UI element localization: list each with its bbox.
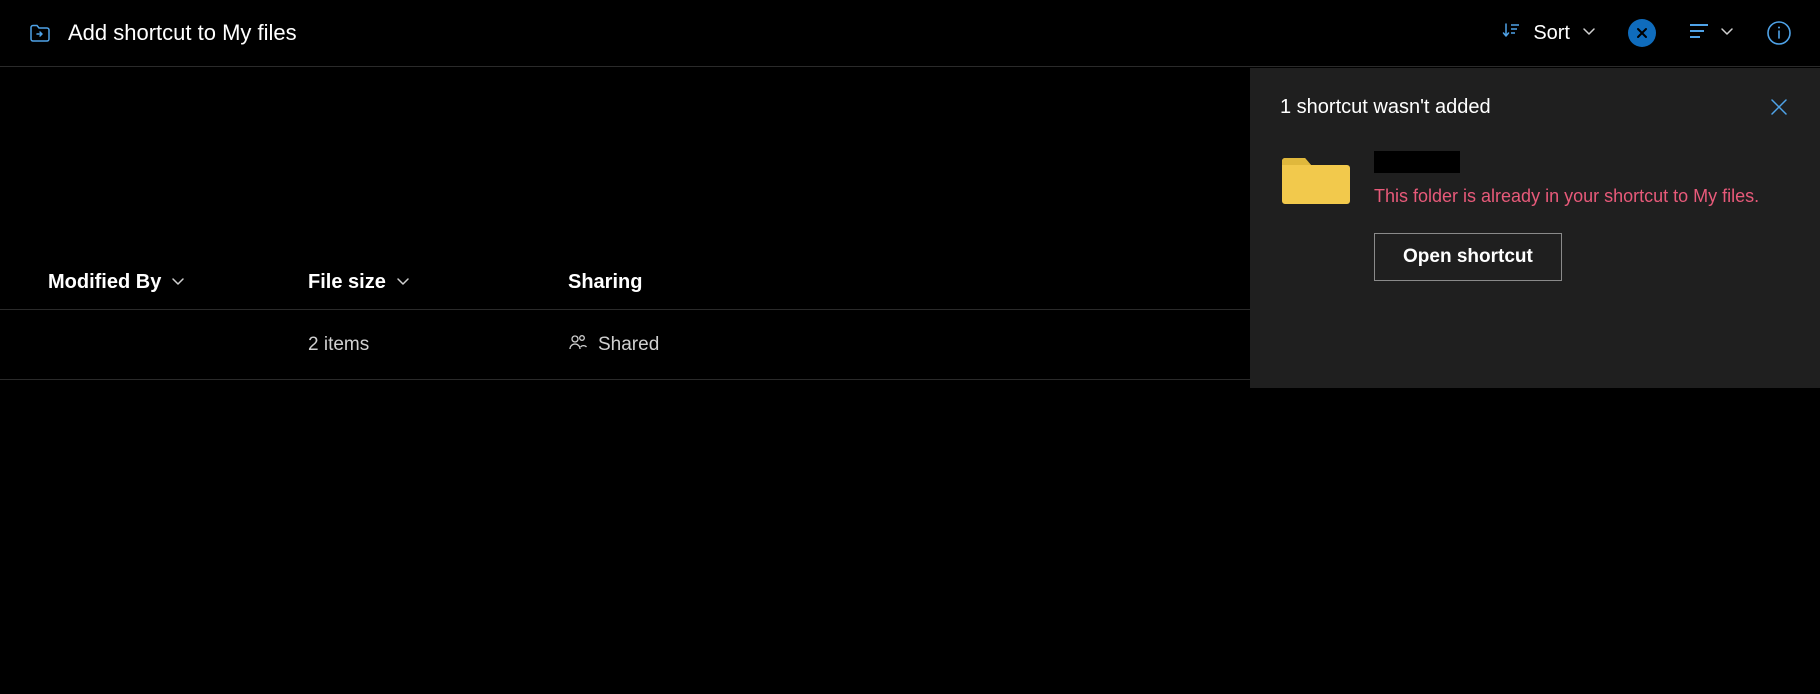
column-header-file-size[interactable]: File size [308,271,568,294]
notification-body: This folder is already in your shortcut … [1280,151,1790,281]
clear-selection-button[interactable] [1628,19,1656,47]
cell-sharing: Shared [568,332,828,358]
people-icon [568,332,588,358]
info-button[interactable] [1766,20,1792,46]
column-header-modified-by[interactable]: Modified By [48,271,308,294]
close-notification-button[interactable] [1768,96,1790,118]
toolbar-title: Add shortcut to My files [68,20,297,46]
toolbar: Add shortcut to My files Sort [0,0,1820,67]
sharing-value: Shared [598,334,659,356]
column-label: Modified By [48,271,161,294]
notification-title: 1 shortcut wasn't added [1280,96,1491,119]
view-options-button[interactable] [1688,20,1734,47]
notification-text-block: This folder is already in your shortcut … [1374,151,1790,281]
column-header-sharing[interactable]: Sharing [568,271,828,294]
notification-header: 1 shortcut wasn't added [1280,96,1790,119]
sort-button[interactable]: Sort [1501,21,1596,46]
cell-file-size: 2 items [308,334,568,356]
add-shortcut-action[interactable]: Add shortcut to My files [28,20,297,46]
chevron-down-icon [396,271,410,294]
chevron-down-icon [1720,24,1734,43]
folder-icon [1280,151,1352,207]
chevron-down-icon [1582,24,1596,43]
open-shortcut-button[interactable]: Open shortcut [1374,233,1562,281]
column-label: Sharing [568,271,642,294]
cell-modified-by [48,332,308,358]
sort-label: Sort [1533,22,1570,45]
column-label: File size [308,271,386,294]
redacted-item-name [1374,151,1460,173]
chevron-down-icon [171,271,185,294]
sort-icon [1501,21,1521,46]
redacted-value [48,332,178,358]
notification-error-message: This folder is already in your shortcut … [1374,183,1790,211]
toolbar-right: Sort [1501,19,1792,47]
list-view-icon [1688,20,1710,47]
add-shortcut-folder-icon [28,21,52,45]
notification-panel: 1 shortcut wasn't added This folder is a… [1250,68,1820,388]
